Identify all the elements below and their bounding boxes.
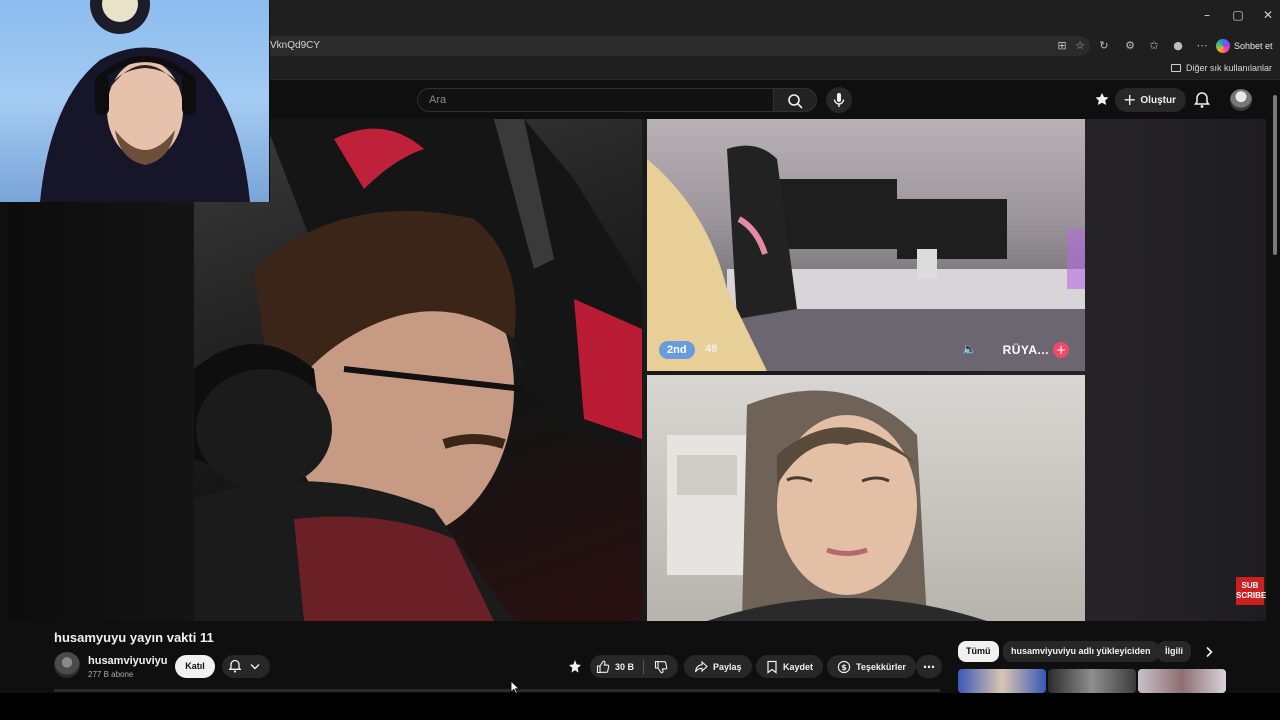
- other-bookmarks-label: Diğer sık kullanılanlar: [1185, 63, 1272, 73]
- copilot-button[interactable]: Sohbet et: [1216, 37, 1273, 55]
- thanks-label: Teşekkürler: [856, 661, 906, 672]
- address-bar[interactable]: VknQd9CY: [262, 36, 1090, 56]
- share-label: Paylaş: [713, 661, 742, 672]
- bell-dropdown-icon: [228, 659, 260, 673]
- favorites-icon[interactable]: ✩: [1146, 38, 1162, 54]
- channel-name[interactable]: husamviyuviyu: [88, 655, 167, 667]
- bookmark-icon: [767, 660, 777, 674]
- video-frame-guest-top: 2nd 48 🔈 RÜYA... +: [647, 119, 1085, 371]
- url-text: VknQd9CY: [270, 40, 321, 51]
- like-button[interactable]: 30 B: [596, 660, 634, 674]
- microphone-icon: [833, 93, 845, 107]
- refresh-extension-icon[interactable]: ↻: [1096, 38, 1112, 54]
- chip-from-uploader[interactable]: husamviyuviyu adlı yükleyiciden: [1003, 641, 1159, 662]
- bell-icon[interactable]: [1192, 90, 1212, 110]
- channel-avatar[interactable]: [54, 652, 80, 678]
- related-thumbnail[interactable]: [958, 669, 1046, 693]
- bottom-strip: [0, 693, 1280, 720]
- chevron-right-icon[interactable]: [1202, 645, 1216, 659]
- notification-toggle[interactable]: [222, 655, 270, 678]
- more-actions-button[interactable]: ⋯: [916, 655, 942, 678]
- close-button[interactable]: ✕: [1257, 8, 1279, 22]
- mouse-cursor-icon: [510, 680, 520, 694]
- account-avatar[interactable]: [1230, 89, 1252, 111]
- super-thanks-icon: $: [837, 660, 851, 673]
- more-dots-icon: ⋯: [923, 659, 935, 674]
- video-title: husamyuyu yayın vakti 11: [54, 630, 214, 645]
- save-label: Kaydet: [783, 661, 814, 672]
- rank-badge: 2nd: [659, 341, 695, 359]
- create-label: Oluştur: [1140, 94, 1176, 106]
- create-button[interactable]: + Oluştur: [1115, 88, 1186, 112]
- thumbs-up-icon: [596, 660, 610, 673]
- extensions-icon[interactable]: ⚙: [1122, 38, 1138, 54]
- thumbs-down-icon[interactable]: [654, 660, 668, 674]
- related-thumbnail[interactable]: [1048, 669, 1136, 693]
- speaker-icon: 🔈: [962, 342, 977, 356]
- follow-plus-icon: +: [1053, 342, 1069, 358]
- room-scene: [647, 145, 1085, 371]
- like-divider: [643, 659, 645, 674]
- chip-all[interactable]: Tümü: [958, 641, 999, 662]
- screen: – ▢ ✕ VknQd9CY ⊞ ☆ ↻ ⚙ ✩ ● ⋯ Sohbet et D…: [0, 0, 1280, 720]
- copilot-label: Sohbet et: [1234, 41, 1273, 51]
- more-menu-icon[interactable]: ⋯: [1194, 38, 1210, 54]
- webcam-overlay: [0, 0, 270, 202]
- search-placeholder: Ara: [429, 94, 447, 106]
- copilot-icon: [1216, 39, 1230, 53]
- rank-count: 48: [705, 343, 718, 355]
- thanks-button[interactable]: $ Teşekkürler: [827, 655, 916, 678]
- join-button[interactable]: Katıl: [175, 655, 215, 678]
- premium-icon[interactable]: [1092, 90, 1112, 110]
- guest-scene: [667, 390, 987, 621]
- ai-sparkle-icon[interactable]: [567, 659, 583, 675]
- minimize-button[interactable]: –: [1196, 8, 1218, 22]
- subscriber-count: 277 B abone: [88, 670, 134, 679]
- share-button[interactable]: Paylaş: [684, 655, 752, 678]
- search-icon: [788, 94, 803, 109]
- other-bookmarks[interactable]: Diğer sık kullanılanlar: [1170, 63, 1272, 73]
- voice-search-button[interactable]: [826, 87, 852, 113]
- video-progress-bar[interactable]: [54, 689, 940, 692]
- like-dislike-group: 30 B: [590, 655, 678, 678]
- search-input[interactable]: Ara: [417, 88, 773, 112]
- plus-icon: +: [1123, 90, 1137, 109]
- webcam-scene: [40, 0, 250, 202]
- scrollbar-thumb[interactable]: [1273, 95, 1277, 255]
- related-thumbnail[interactable]: [1138, 669, 1226, 693]
- save-button[interactable]: Kaydet: [756, 655, 824, 678]
- folder-icon: [1170, 64, 1181, 72]
- share-arrow-icon: [694, 660, 708, 672]
- search-button[interactable]: [773, 88, 817, 112]
- stream-overlay: 2nd 48 🔈 RÜYA... +: [659, 341, 1073, 361]
- maximize-button[interactable]: ▢: [1227, 8, 1249, 22]
- chip-related[interactable]: İlgili: [1157, 641, 1191, 662]
- svg-text:$: $: [841, 663, 847, 672]
- favorite-star-icon[interactable]: ☆: [1072, 38, 1088, 54]
- like-count: 30 B: [615, 661, 635, 672]
- profile-icon[interactable]: ●: [1170, 38, 1186, 54]
- app-install-icon[interactable]: ⊞: [1054, 38, 1070, 54]
- guest-name: RÜYA...: [1002, 343, 1049, 357]
- video-frame-guest-bottom: [647, 375, 1085, 621]
- subscribe-watermark[interactable]: SUB SCRIBE: [1236, 577, 1266, 605]
